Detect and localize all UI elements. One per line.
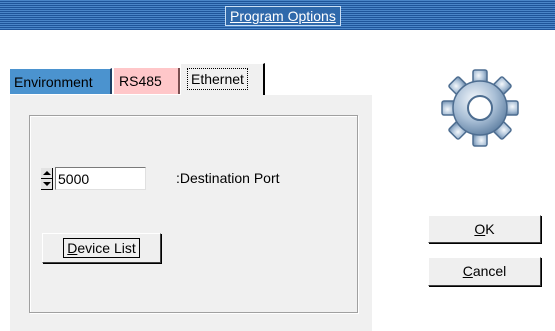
title-bar[interactable]: Program Options bbox=[0, 0, 555, 30]
tab-ethernet[interactable]: Ethernet bbox=[180, 63, 265, 95]
spin-up-icon[interactable] bbox=[41, 168, 53, 179]
ok-button[interactable]: OK bbox=[428, 215, 541, 243]
ethernet-settings-group: :Destination Port Device List bbox=[29, 115, 358, 313]
port-spinner[interactable] bbox=[41, 168, 53, 190]
ok-mnemonic: O bbox=[474, 221, 486, 237]
tab-ethernet-label: Ethernet bbox=[187, 68, 248, 90]
destination-port-input[interactable] bbox=[55, 167, 146, 190]
tab-rs485[interactable]: RS485 bbox=[114, 68, 180, 94]
cancel-mnemonic: C bbox=[462, 263, 473, 279]
ethernet-tab-panel: :Destination Port Device List bbox=[9, 94, 372, 331]
spin-down-icon[interactable] bbox=[41, 179, 53, 190]
gear-icon bbox=[441, 69, 519, 147]
destination-port-label: :Destination Port bbox=[176, 170, 280, 186]
cancel-label: ancel bbox=[472, 263, 507, 279]
tab-environment-label: Environment bbox=[14, 74, 93, 90]
tab-rs485-label: RS485 bbox=[119, 73, 162, 89]
device-list-mnemonic: D bbox=[67, 240, 78, 256]
device-list-focus: Device List bbox=[63, 238, 140, 258]
tab-environment[interactable]: Environment bbox=[9, 68, 112, 94]
ok-label: K bbox=[485, 221, 495, 237]
window-title: Program Options bbox=[225, 6, 341, 26]
device-list-label: evice List bbox=[77, 240, 136, 256]
cancel-button[interactable]: Cancel bbox=[428, 257, 541, 286]
device-list-button[interactable]: Device List bbox=[42, 233, 161, 263]
